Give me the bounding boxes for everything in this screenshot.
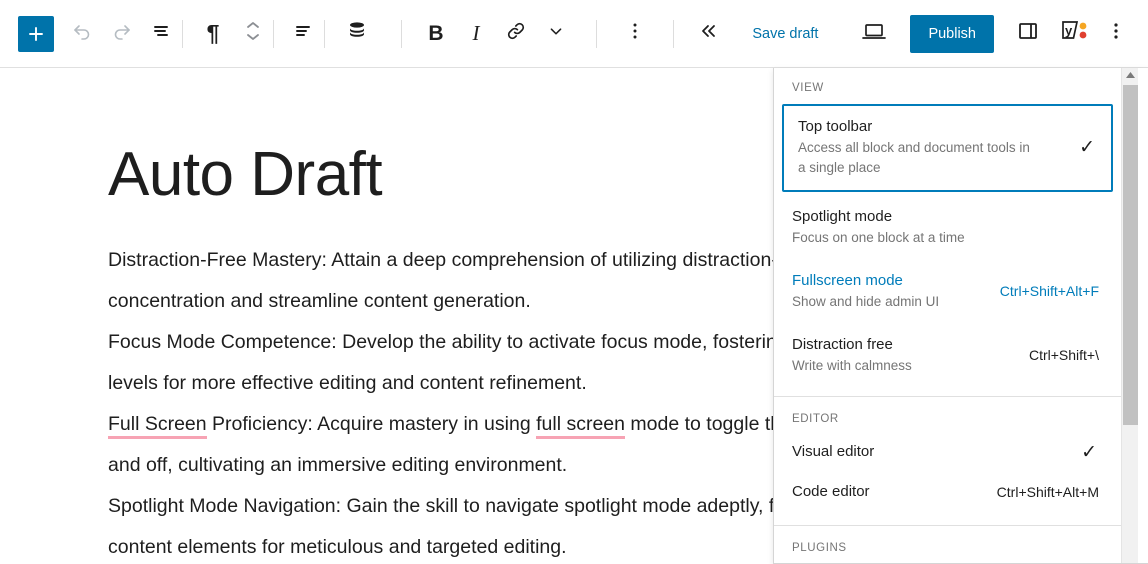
checkmark-icon: ✓ [1079,138,1101,157]
redo-icon [110,19,134,48]
menu-item-title: Fullscreen mode [792,270,939,292]
bold-button[interactable]: B [416,14,456,54]
vertical-ellipsis-icon [625,20,645,47]
undo-button[interactable] [62,14,102,54]
sidebar-panel-icon [1016,19,1040,48]
italic-button[interactable]: I [456,14,496,54]
options-menu-scrollbar[interactable] [1121,68,1138,564]
menu-item-code-editor[interactable]: Code editor Ctrl+Shift+Alt+M [774,475,1121,515]
paragraph-icon: ¶ [207,22,220,45]
options-menu-scroll-area: VIEW Top toolbar Access all block and do… [774,68,1121,564]
menu-item-title: Top toolbar [798,116,1033,138]
menu-item-title: Spotlight mode [792,206,965,228]
editor-options-button[interactable] [1096,14,1136,54]
menu-item-title: Code editor [792,481,870,503]
checkmark-icon: ✓ [1081,443,1103,462]
paragraph-line: levels for more effective editing and co… [108,372,587,394]
list-view-icon [150,19,174,48]
link-button[interactable] [496,14,536,54]
more-rich-text-button[interactable] [536,14,576,54]
editor-top-toolbar: ¶ B I [0,0,1148,68]
menu-item-visual-editor[interactable]: Visual editor ✓ [774,431,1121,475]
plus-icon [26,24,46,44]
save-draft-button[interactable]: Save draft [742,26,828,42]
menu-item-shortcut: Ctrl+Shift+\ [1029,347,1103,363]
yoast-icon: y [1059,18,1089,49]
menu-item-description: Access all block and document tools in a… [798,138,1033,178]
paragraph-line: and off, cultivating an immersive editin… [108,454,567,476]
scroll-up-arrow-icon[interactable] [1122,68,1139,83]
paragraph-block-button[interactable]: ¶ [193,14,233,54]
menu-item-title: Visual editor [792,441,874,463]
preview-button[interactable] [854,14,894,54]
link-icon [505,20,527,47]
toolbar-divider [596,20,597,48]
menu-group-label-editor: EDITOR [774,397,1121,431]
align-text-button[interactable] [284,14,324,54]
editor-options-menu[interactable]: VIEW Top toolbar Access all block and do… [773,68,1148,564]
document-overview-button[interactable] [142,14,182,54]
add-block-button[interactable] [18,16,54,52]
toolbar-divider [182,20,183,48]
menu-item-title: Distraction free [792,334,912,356]
page-title[interactable]: Auto Draft [108,144,382,206]
menu-item-description: Show and hide admin UI [792,292,939,312]
paragraph-line-part: Proficiency: Acquire mastery in using [207,413,536,435]
publish-button[interactable]: Publish [910,15,994,53]
toolbar-divider [324,20,325,48]
menu-group-label-view: VIEW [774,68,1121,100]
menu-item-switch-to-classic-editor[interactable]: Switch to classic editor [774,560,1121,564]
undo-icon [70,19,94,48]
align-text-icon [292,19,316,48]
paragraph-line: concentration and streamline content gen… [108,290,531,312]
redo-button[interactable] [102,14,142,54]
stack-options-button[interactable] [337,14,377,54]
menu-item-distraction-free[interactable]: Distraction free Write with calmness Ctr… [774,322,1121,386]
move-block-button[interactable] [233,14,273,54]
paragraph-line: content elements for meticulous and targ… [108,536,567,558]
menu-item-description: Write with calmness [792,356,912,376]
menu-item-spotlight-mode[interactable]: Spotlight mode Focus on one block at a t… [774,192,1121,258]
collapse-toolbar-button[interactable] [688,14,728,54]
inline-link-full-screen-2[interactable]: full screen [536,413,625,439]
italic-icon: I [473,23,480,44]
chevron-down-icon [545,20,567,47]
toolbar-divider [401,20,402,48]
database-stack-icon [346,20,368,47]
chevron-up-down-icon [242,17,264,50]
toolbar-divider [273,20,274,48]
laptop-preview-icon [860,19,888,48]
menu-item-shortcut: Ctrl+Shift+Alt+F [1000,283,1103,299]
vertical-ellipsis-icon [1106,20,1126,47]
menu-item-description: Focus on one block at a time [792,228,965,248]
svg-text:y: y [1065,23,1073,38]
scrollbar-thumb[interactable] [1123,85,1138,425]
settings-sidebar-toggle-button[interactable] [1008,14,1048,54]
menu-group-label-plugins: PLUGINS [774,526,1121,560]
block-options-button[interactable] [615,14,655,54]
inline-link-full-screen[interactable]: Full Screen [108,413,207,439]
yoast-seo-button[interactable]: y [1054,14,1094,54]
toolbar-divider [673,20,674,48]
menu-item-top-toolbar[interactable]: Top toolbar Access all block and documen… [782,104,1113,192]
menu-item-shortcut: Ctrl+Shift+Alt+M [997,484,1103,500]
bold-icon: B [428,23,443,44]
double-chevron-left-icon [696,19,720,48]
menu-item-fullscreen-mode[interactable]: Fullscreen mode Show and hide admin UI C… [774,258,1121,322]
